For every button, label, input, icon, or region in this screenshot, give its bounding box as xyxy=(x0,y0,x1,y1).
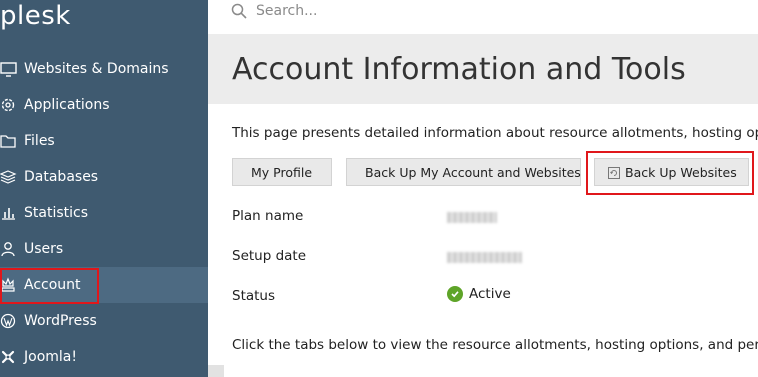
plan-name-label: Plan name xyxy=(232,208,304,224)
sidebar-item-account[interactable]: Account xyxy=(0,267,208,303)
sidebar-item-label: Websites & Domains xyxy=(24,61,169,77)
page-header: Account Information and Tools xyxy=(208,34,758,104)
main-content: Account Information and Tools This page … xyxy=(208,34,758,377)
database-icon xyxy=(0,170,17,184)
monitor-icon xyxy=(0,62,17,77)
sidebar-item-wordpress[interactable]: WordPress xyxy=(0,303,208,339)
sidebar-item-websites-domains[interactable]: Websites & Domains xyxy=(0,51,208,87)
sidebar-item-label: Statistics xyxy=(24,205,88,221)
sidebar-item-users[interactable]: Users xyxy=(0,231,208,267)
user-icon xyxy=(1,242,15,257)
sidebar-item-files[interactable]: Files xyxy=(0,123,208,159)
sidebar-item-label: Applications xyxy=(24,97,110,113)
page-title: Account Information and Tools xyxy=(232,52,686,87)
wordpress-icon xyxy=(0,313,16,329)
status-label: Status xyxy=(232,288,276,304)
account-icon xyxy=(1,277,15,292)
status-text: Active xyxy=(469,286,511,302)
search-bar xyxy=(208,0,758,34)
setup-date-label: Setup date xyxy=(232,248,307,264)
status-value: Active xyxy=(447,286,511,302)
scroll-corner xyxy=(208,365,224,377)
plesk-logo[interactable]: plesk xyxy=(0,0,71,32)
setup-date-value xyxy=(447,251,522,267)
sidebar-item-label: Joomla! xyxy=(24,349,77,365)
sidebar-item-label: WordPress xyxy=(24,313,97,329)
sidebar: plesk Websites & Domains Applications Fi… xyxy=(0,0,208,377)
sidebar-item-databases[interactable]: Databases xyxy=(0,159,208,195)
content-panel: This page presents detailed information … xyxy=(208,104,758,377)
sidebar-item-label: Account xyxy=(24,277,81,293)
gear-icon xyxy=(1,98,15,112)
check-circle-icon xyxy=(447,286,463,302)
plan-name-value xyxy=(447,211,497,227)
sidebar-item-label: Databases xyxy=(24,169,99,185)
backup-account-button-label: Back Up My Account and Websites xyxy=(365,164,581,180)
backup-websites-button[interactable]: Back Up Websites xyxy=(594,158,749,186)
sidebar-item-label: Users xyxy=(24,241,64,257)
backup-account-button[interactable]: Back Up My Account and Websites xyxy=(346,158,581,186)
sidebar-item-statistics[interactable]: Statistics xyxy=(0,195,208,231)
search-icon xyxy=(231,3,247,19)
tabs-note-text: Click the tabs below to view the resourc… xyxy=(232,337,758,353)
redacted-setup-date xyxy=(447,252,522,263)
sidebar-item-joomla[interactable]: Joomla! xyxy=(0,339,208,375)
search-input[interactable] xyxy=(256,0,736,22)
my-profile-button[interactable]: My Profile xyxy=(232,158,332,186)
my-profile-button-label: My Profile xyxy=(251,164,313,180)
bar-chart-icon xyxy=(2,208,15,220)
redacted-plan-name xyxy=(447,212,497,223)
backup-websites-button-label: Back Up Websites xyxy=(625,164,737,180)
backup-icon xyxy=(608,167,620,179)
sidebar-item-applications[interactable]: Applications xyxy=(0,87,208,123)
intro-text: This page presents detailed information … xyxy=(232,125,758,141)
sidebar-nav: Websites & Domains Applications Files Da… xyxy=(0,51,208,375)
joomla-icon xyxy=(1,350,15,364)
folder-icon xyxy=(0,135,16,148)
sidebar-item-label: Files xyxy=(24,133,55,149)
